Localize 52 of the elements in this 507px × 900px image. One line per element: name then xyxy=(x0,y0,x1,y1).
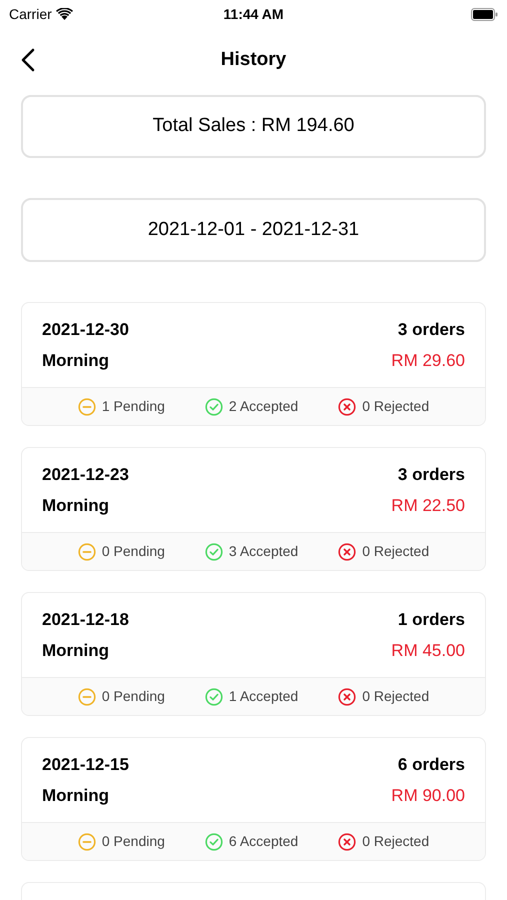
session-label: Morning xyxy=(42,784,110,807)
session-label: Morning xyxy=(42,350,110,372)
battery-icon xyxy=(471,8,498,20)
check-circle-icon xyxy=(204,542,223,560)
status-count: 0 Rejected xyxy=(362,687,430,706)
minus-circle-icon xyxy=(78,688,96,706)
status-count: 0 Rejected xyxy=(362,542,430,561)
amount-label: RM 22.50 xyxy=(391,494,465,516)
session-label: Morning xyxy=(42,640,110,662)
status-count: 0 Rejected xyxy=(362,832,430,851)
back-icon xyxy=(21,48,35,72)
order-count: 1 orders xyxy=(398,609,465,631)
status-count: 0 Pending xyxy=(102,832,165,851)
date-label: 2021-12-18 xyxy=(42,609,129,631)
x-circle-icon xyxy=(338,688,356,706)
order-count: 6 orders xyxy=(398,754,465,776)
total-sales-box: Total Sales : RM 194.60 xyxy=(21,95,486,158)
status-count: 0 Pending xyxy=(102,687,165,706)
date-label: 2021-12-30 xyxy=(42,319,129,341)
x-circle-icon xyxy=(338,398,356,416)
day-card[interactable]: 2021-12-30 Morning 3 orders RM 29.60 1 Pending 2 Accepted 0 Rejected xyxy=(21,302,486,426)
status-count: 0 Rejected xyxy=(362,397,430,416)
amount-label: RM 29.60 xyxy=(391,350,465,372)
order-count: 3 orders xyxy=(398,464,465,486)
check-circle-icon xyxy=(204,398,223,416)
amount-label: RM 90.00 xyxy=(391,784,465,806)
status-count: 0 Pending xyxy=(102,542,165,561)
check-circle-icon xyxy=(204,832,223,850)
day-card[interactable]: 2021-12-18 Morning 1 orders RM 45.00 0 Pending 1 Accepted 0 Rejected xyxy=(21,592,486,716)
day-card[interactable]: 2021-12-23 Morning 3 orders RM 22.50 0 Pending 3 Accepted 0 Rejected xyxy=(21,447,486,571)
wifi-icon xyxy=(56,8,73,20)
minus-circle-icon xyxy=(78,832,96,850)
x-circle-icon xyxy=(338,542,356,560)
order-count: 3 orders xyxy=(398,319,465,341)
status-count: 6 Accepted xyxy=(228,832,298,851)
status-count: 3 Accepted xyxy=(228,542,298,561)
date-label: 2021-12-15 xyxy=(42,754,129,776)
minus-circle-icon xyxy=(78,398,96,416)
screen-title: History xyxy=(220,48,286,72)
day-card[interactable]: 2021-12-15 Morning 6 orders RM 90.00 0 Pending 6 Accepted 0 Rejected xyxy=(21,737,486,861)
x-circle-icon xyxy=(338,832,356,850)
date-range-button[interactable]: 2021-12-01 - 2021-12-31 xyxy=(21,198,486,262)
status-time: 11:44 AM xyxy=(223,4,284,24)
status-count: 1 Accepted xyxy=(228,687,298,706)
check-circle-icon xyxy=(204,688,223,706)
status-count: 2 Accepted xyxy=(228,397,298,416)
date-label: 2021-12-23 xyxy=(42,464,129,486)
session-label: Morning xyxy=(42,494,110,517)
minus-circle-icon xyxy=(78,542,96,560)
amount-label: RM 45.00 xyxy=(391,640,465,662)
status-count: 1 Pending xyxy=(102,397,165,416)
carrier-label: Carrier xyxy=(9,4,52,24)
